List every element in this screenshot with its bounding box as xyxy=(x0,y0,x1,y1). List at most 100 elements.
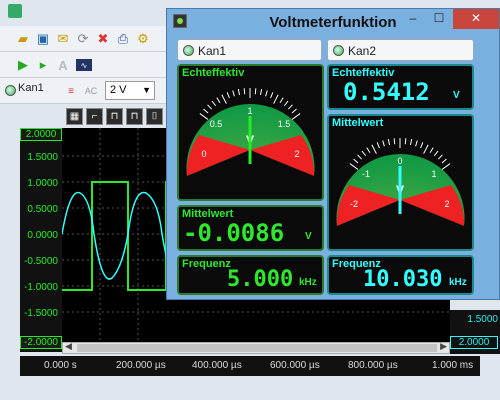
gauge-tick xyxy=(415,140,418,147)
file-toolbar: ▰ ▣ ✉ ⟳ ✖ ⎙ ⚙ xyxy=(0,26,170,52)
kan1-frequenz-title: Frequenz xyxy=(182,258,231,270)
voltmeter-titlebar[interactable]: Voltmeterfunktion – ☐ ✕ xyxy=(167,9,499,35)
scroll-right-icon[interactable]: ▶ xyxy=(440,341,447,352)
x-label: 400.000 µs xyxy=(192,360,242,371)
kan2-gauge-label: 2 xyxy=(444,199,449,209)
pulse-icon[interactable]: ⊓ xyxy=(106,108,123,125)
tab-kan1-label: Kan1 xyxy=(198,44,227,58)
run-toolbar: ▶ ▸ A ∿ xyxy=(0,52,170,78)
save-icon[interactable]: ▣ xyxy=(34,30,52,48)
delete-icon[interactable]: ✖ xyxy=(94,30,112,48)
volt-range-value: 2 V xyxy=(110,84,127,96)
gauge-tick xyxy=(357,154,363,160)
refresh-icon[interactable]: ⟳ xyxy=(74,30,92,48)
gauge-tick xyxy=(433,150,439,157)
tab-kan2[interactable]: Kan2 xyxy=(327,39,474,61)
kan2-gauge-label: 1 xyxy=(431,169,436,179)
gauge-tick xyxy=(420,142,424,149)
y-label: 0.0000 xyxy=(27,230,58,241)
kan2-echteffektiv-panel: Echteffektiv 0.5412 V xyxy=(327,64,474,110)
kan2-gauge: -2 -1 0 1 2 V xyxy=(336,138,465,226)
x-label: 200.000 µs xyxy=(116,360,166,371)
gauge-tick xyxy=(376,142,380,149)
gauge-tick xyxy=(353,158,359,164)
tab-kan2-label: Kan2 xyxy=(348,44,377,58)
gauge-tick xyxy=(283,100,289,107)
kan1-gauge-label: 1 xyxy=(247,106,252,116)
gauge-tick xyxy=(410,139,413,146)
volt-range-select[interactable]: 2 V ▼ xyxy=(105,81,155,100)
right-y-label-box: 2.0000 xyxy=(450,336,498,349)
gauge-tick xyxy=(429,147,434,153)
voltmeter-window: Voltmeterfunktion – ☐ ✕ Kan1 Kan2 Echtef… xyxy=(166,8,500,300)
cursor-icon[interactable]: ⌐ xyxy=(86,108,103,125)
play-icon[interactable]: ▶ xyxy=(14,56,32,74)
open-folder-icon[interactable]: ▰ xyxy=(14,30,32,48)
wave-icon[interactable]: ∿ xyxy=(76,59,92,71)
close-button[interactable]: ✕ xyxy=(453,9,499,29)
y-label-max: 2.0000 xyxy=(20,128,62,141)
gauge-tick xyxy=(211,100,217,107)
gauge-tick xyxy=(291,113,301,120)
settings-gear-icon[interactable]: ⚙ xyxy=(134,30,152,48)
kan2-echteffektiv-value: 0.5412 xyxy=(343,78,430,106)
gauge-tick xyxy=(291,108,297,114)
right-y-axis: 1.5000 2.0000 xyxy=(450,310,500,354)
kan2-mittelwert-panel: Mittelwert -2 -1 0 1 2 V xyxy=(327,114,474,251)
gauge-tick xyxy=(254,88,257,95)
gauge-tick xyxy=(273,94,279,104)
kan1-gauge-label: 2 xyxy=(294,149,299,159)
gauge-tick xyxy=(216,97,221,103)
kan2-mittelwert-title: Mittelwert xyxy=(332,117,384,129)
minimize-button[interactable]: – xyxy=(399,9,427,29)
kan1-label: Kan1 xyxy=(18,82,44,94)
y-label: -0.5000 xyxy=(24,256,58,267)
scrollbar-thumb[interactable] xyxy=(77,344,437,352)
gauge-tick xyxy=(349,163,359,170)
gauge-tick xyxy=(393,138,396,145)
right-y-label: 1.5000 xyxy=(467,314,498,325)
kan2-gauge-label: 0 xyxy=(397,156,402,166)
y-axis: 2.0000 1.5000 1.0000 0.5000 0.0000 -0.50… xyxy=(20,128,62,352)
mail-icon[interactable]: ✉ xyxy=(54,30,72,48)
kan2-gauge-label: -2 xyxy=(350,199,358,209)
kan1-frequenz-panel: Frequenz 5.000 kHz xyxy=(177,255,324,295)
kan1-gauge-label: 0.5 xyxy=(210,119,223,129)
gauge-tick xyxy=(382,140,385,147)
kan1-mittelwert-unit: V xyxy=(305,231,312,242)
flag-icon[interactable]: ≡ xyxy=(62,82,80,100)
horizontal-scrollbar[interactable]: ◀ ▶ xyxy=(62,341,450,354)
kan1-echteffektiv-panel: Echteffektiv 0 0.5 1 1.5 2 V xyxy=(177,64,324,201)
print-icon[interactable]: ⎙ xyxy=(114,30,132,48)
step-icon[interactable]: ▸ xyxy=(34,56,52,74)
ac-icon[interactable]: AC xyxy=(82,82,100,100)
gauge-tick xyxy=(423,144,429,154)
app-icon xyxy=(8,4,22,18)
gauge-tick xyxy=(279,97,284,103)
gauge-tick xyxy=(260,89,263,96)
gauge-tick xyxy=(226,92,230,99)
gauge-tick xyxy=(441,158,447,164)
maximize-button[interactable]: ☐ xyxy=(425,9,453,29)
measure-icon[interactable]: ⌷ xyxy=(146,108,163,125)
y-label-min: -2.0000 xyxy=(20,336,62,349)
scroll-left-icon[interactable]: ◀ xyxy=(65,341,72,352)
x-label: 0.000 s xyxy=(44,360,77,371)
gauge-tick xyxy=(441,163,451,170)
kan1-gauge-label: 1.5 xyxy=(278,119,291,129)
tab-kan1[interactable]: Kan1 xyxy=(177,39,322,61)
kan2-frequenz-value: 10.030 xyxy=(363,267,443,292)
kan2-echteffektiv-unit: V xyxy=(453,90,460,101)
gauge-tick xyxy=(387,139,390,146)
gauge-tick xyxy=(366,147,371,153)
gauge-tick xyxy=(287,104,293,110)
gauge-tick xyxy=(371,144,377,154)
text-a-icon[interactable]: A xyxy=(54,56,72,74)
square-wave-icon[interactable]: ⊓ xyxy=(126,108,143,125)
kan2-led-icon xyxy=(333,45,344,56)
x-label: 600.000 µs xyxy=(270,360,320,371)
chevron-down-icon: ▼ xyxy=(142,85,151,95)
kan1-mittelwert-panel: Mittelwert -0.0086 V xyxy=(177,205,324,251)
kan1-led-icon xyxy=(183,45,194,56)
grid-icon[interactable]: ▦ xyxy=(66,108,83,125)
